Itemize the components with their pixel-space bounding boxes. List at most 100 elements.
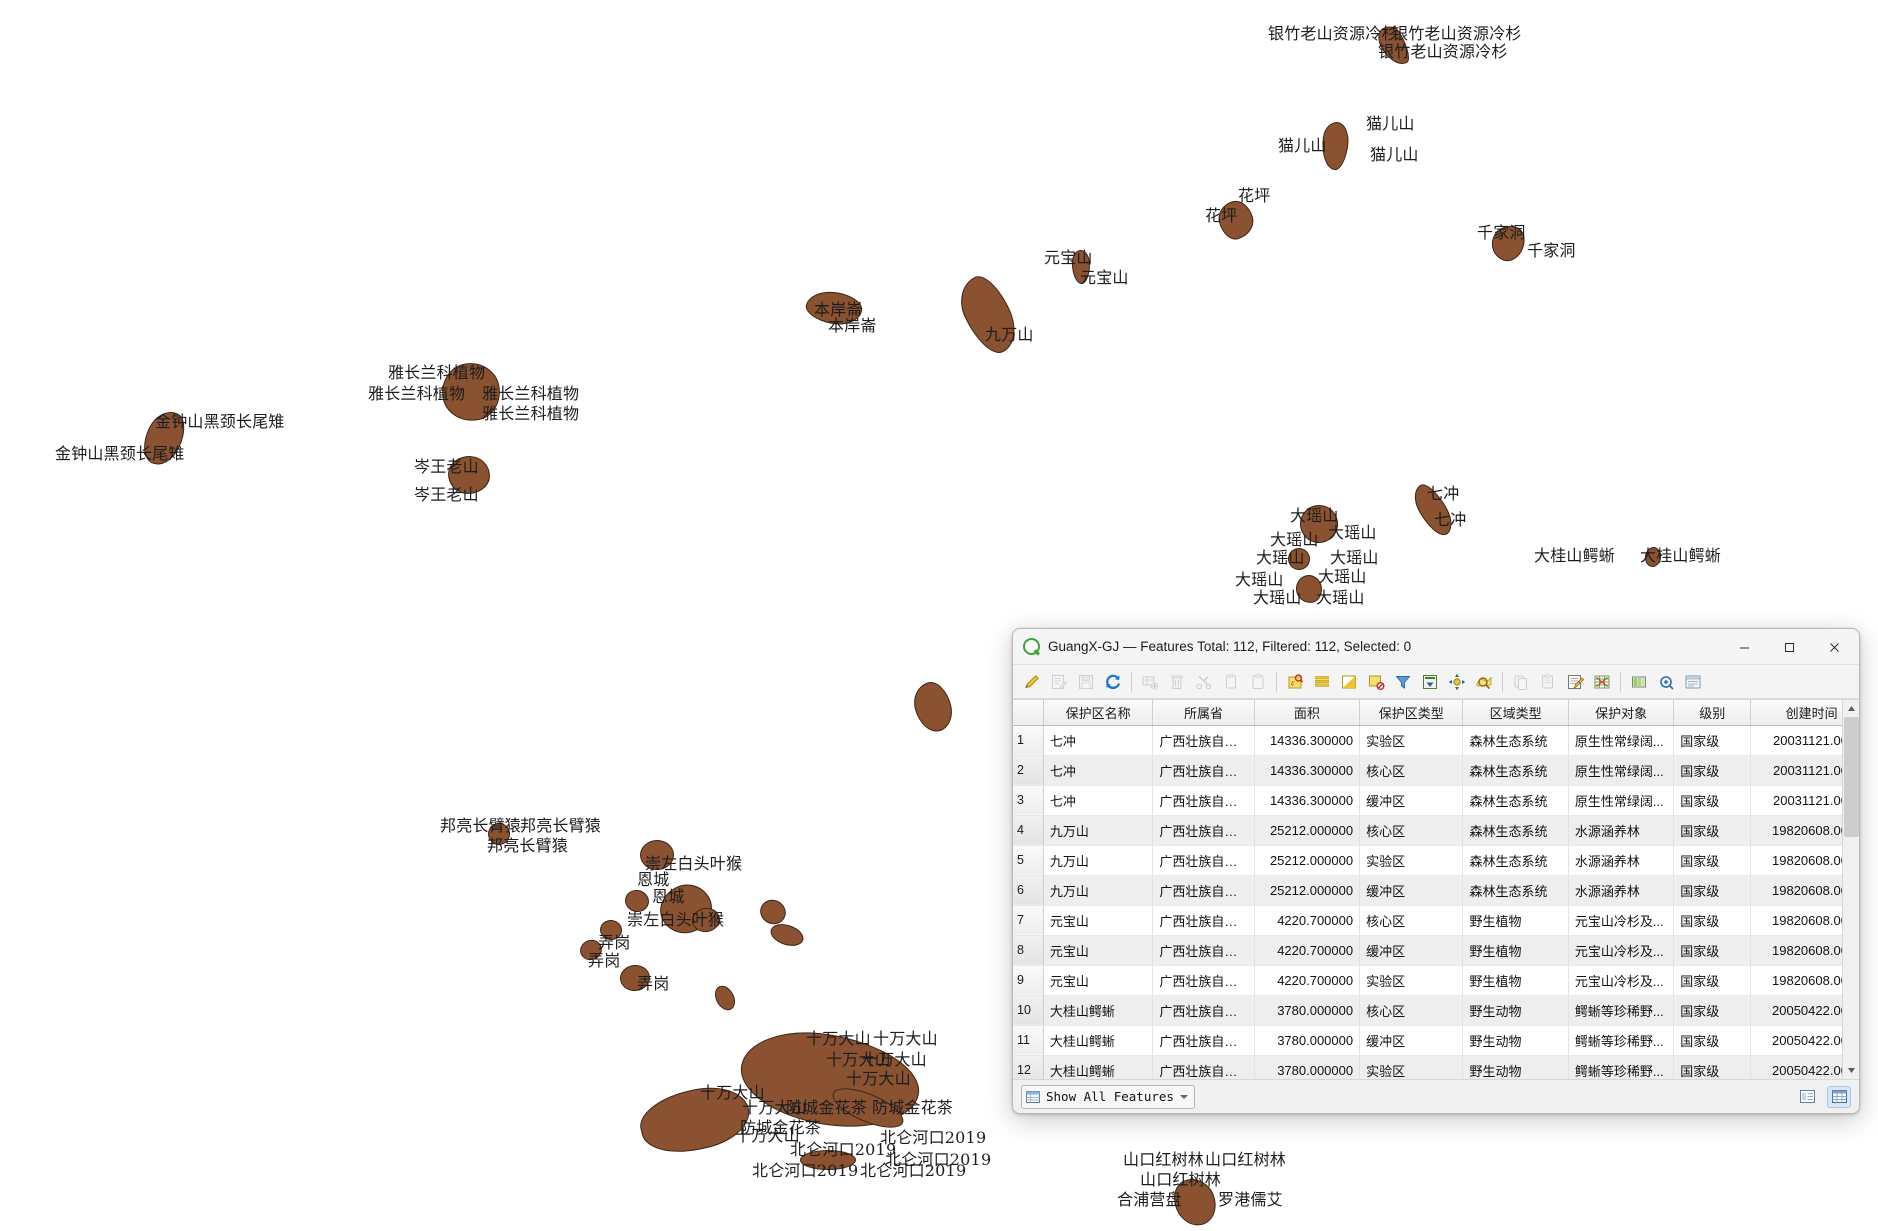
filter-selection-icon[interactable]: [1390, 669, 1416, 695]
cell-prov[interactable]: 广西壮族自治区: [1153, 725, 1254, 755]
table-row[interactable]: 5九万山广西壮族自治区25212.000000实验区森林生态系统水源涵养林国家级…: [1013, 845, 1842, 875]
cell-prov[interactable]: 广西壮族自治区: [1153, 755, 1254, 785]
cell-level[interactable]: 国家级: [1674, 755, 1751, 785]
column-header-level[interactable]: 级别: [1674, 700, 1751, 725]
cell-area[interactable]: 3780.000000: [1254, 1055, 1359, 1079]
reload-table-icon[interactable]: [1100, 669, 1126, 695]
cell-ctime[interactable]: 19820608.000...: [1751, 815, 1842, 845]
cell-ctime[interactable]: 20031121.000...: [1751, 725, 1842, 755]
cell-ctime[interactable]: 20050422.000...: [1751, 1025, 1842, 1055]
row-number-cell[interactable]: 3: [1013, 785, 1043, 815]
row-number-cell[interactable]: 7: [1013, 905, 1043, 935]
column-header-name[interactable]: 保护区名称: [1043, 700, 1152, 725]
select-all-icon[interactable]: [1309, 669, 1335, 695]
row-number-cell[interactable]: 4: [1013, 815, 1043, 845]
cell-zone[interactable]: 实验区: [1360, 725, 1463, 755]
row-number-cell[interactable]: 8: [1013, 935, 1043, 965]
cell-name[interactable]: 大桂山鳄蜥: [1043, 1025, 1152, 1055]
row-number-cell[interactable]: 11: [1013, 1025, 1043, 1055]
cell-ctime[interactable]: 20031121.000...: [1751, 785, 1842, 815]
table-row[interactable]: 11大桂山鳄蜥广西壮族自治区3780.000000缓冲区野生动物鳄蜥等珍稀野..…: [1013, 1025, 1842, 1055]
cell-prov[interactable]: 广西壮族自治区: [1153, 845, 1254, 875]
cell-name[interactable]: 元宝山: [1043, 935, 1152, 965]
map-polygon[interactable]: [909, 678, 957, 736]
cell-name[interactable]: 七冲: [1043, 725, 1152, 755]
cell-name[interactable]: 七冲: [1043, 785, 1152, 815]
cell-zone[interactable]: 实验区: [1360, 845, 1463, 875]
column-header-zone[interactable]: 保护区类型: [1360, 700, 1463, 725]
cell-zone[interactable]: 核心区: [1360, 755, 1463, 785]
column-header-obj[interactable]: 保护对象: [1568, 700, 1673, 725]
cell-rtype[interactable]: 野生植物: [1463, 905, 1568, 935]
form-view-button[interactable]: [1795, 1086, 1819, 1108]
cell-level[interactable]: 国家级: [1674, 785, 1751, 815]
cell-obj[interactable]: 元宝山冷杉及...: [1568, 905, 1673, 935]
conditional-formatting-icon[interactable]: [1653, 669, 1679, 695]
cell-obj[interactable]: 水源涵养林: [1568, 875, 1673, 905]
open-form-view-icon[interactable]: [1680, 669, 1706, 695]
cell-area[interactable]: 3780.000000: [1254, 1025, 1359, 1055]
column-header-prov[interactable]: 所属省: [1153, 700, 1254, 725]
cell-ctime[interactable]: 19820608.000...: [1751, 845, 1842, 875]
cell-obj[interactable]: 水源涵养林: [1568, 815, 1673, 845]
table-row[interactable]: 12大桂山鳄蜥广西壮族自治区3780.000000实验区野生动物鳄蜥等珍稀野..…: [1013, 1055, 1842, 1079]
grid-viewport[interactable]: 保护区名称所属省面积保护区类型区域类型保护对象级别创建时间 1七冲广西壮族自治区…: [1013, 700, 1842, 1079]
dialog-statusbar[interactable]: Show All Features: [1013, 1079, 1859, 1113]
row-number-cell[interactable]: 12: [1013, 1055, 1043, 1079]
cell-name[interactable]: 九万山: [1043, 845, 1152, 875]
cell-name[interactable]: 元宝山: [1043, 965, 1152, 995]
attribute-table-dialog[interactable]: GuangX-GJ — Features Total: 112, Filtere…: [1012, 628, 1860, 1114]
cell-obj[interactable]: 鳄蜥等珍稀野...: [1568, 995, 1673, 1025]
cell-area[interactable]: 4220.700000: [1254, 905, 1359, 935]
cell-rtype[interactable]: 森林生态系统: [1463, 845, 1568, 875]
row-number-cell[interactable]: 5: [1013, 845, 1043, 875]
scroll-thumb[interactable]: [1844, 717, 1859, 837]
cell-obj[interactable]: 鳄蜥等珍稀野...: [1568, 1025, 1673, 1055]
cell-prov[interactable]: 广西壮族自治区: [1153, 905, 1254, 935]
table-row[interactable]: 9元宝山广西壮族自治区4220.700000实验区野生植物元宝山冷杉及...国家…: [1013, 965, 1842, 995]
cell-level[interactable]: 国家级: [1674, 965, 1751, 995]
cell-zone[interactable]: 核心区: [1360, 995, 1463, 1025]
cell-ctime[interactable]: 19820608.000...: [1751, 935, 1842, 965]
cell-rtype[interactable]: 森林生态系统: [1463, 725, 1568, 755]
organize-columns-icon[interactable]: [1626, 669, 1652, 695]
table-row[interactable]: 1七冲广西壮族自治区14336.300000实验区森林生态系统原生性常绿阔...…: [1013, 725, 1842, 755]
cell-area[interactable]: 25212.000000: [1254, 815, 1359, 845]
table-row[interactable]: 10大桂山鳄蜥广西壮族自治区3780.000000核心区野生动物鳄蜥等珍稀野..…: [1013, 995, 1842, 1025]
cell-area[interactable]: 4220.700000: [1254, 935, 1359, 965]
row-number-cell[interactable]: 6: [1013, 875, 1043, 905]
move-selection-to-top-icon[interactable]: [1417, 669, 1443, 695]
row-number-cell[interactable]: 1: [1013, 725, 1043, 755]
cell-zone[interactable]: 缓冲区: [1360, 785, 1463, 815]
cell-prov[interactable]: 广西壮族自治区: [1153, 785, 1254, 815]
cell-ctime[interactable]: 20050422.000...: [1751, 995, 1842, 1025]
cell-name[interactable]: 九万山: [1043, 815, 1152, 845]
cell-zone[interactable]: 核心区: [1360, 905, 1463, 935]
close-button[interactable]: [1812, 629, 1857, 665]
maximize-button[interactable]: [1767, 629, 1812, 665]
table-body[interactable]: 1七冲广西壮族自治区14336.300000实验区森林生态系统原生性常绿阔...…: [1013, 725, 1842, 1079]
cell-zone[interactable]: 缓冲区: [1360, 935, 1463, 965]
pan-map-to-selection-icon[interactable]: [1444, 669, 1470, 695]
cell-name[interactable]: 大桂山鳄蜥: [1043, 1055, 1152, 1079]
cell-prov[interactable]: 广西壮族自治区: [1153, 965, 1254, 995]
map-polygon[interactable]: [768, 920, 807, 950]
cell-ctime[interactable]: 20050422.000...: [1751, 1055, 1842, 1079]
cell-zone[interactable]: 实验区: [1360, 1055, 1463, 1079]
cell-level[interactable]: 国家级: [1674, 995, 1751, 1025]
table-row[interactable]: 7元宝山广西壮族自治区4220.700000核心区野生植物元宝山冷杉及...国家…: [1013, 905, 1842, 935]
table-row[interactable]: 6九万山广西壮族自治区25212.000000缓冲区森林生态系统水源涵养林国家级…: [1013, 875, 1842, 905]
cell-area[interactable]: 3780.000000: [1254, 995, 1359, 1025]
table-row[interactable]: 3七冲广西壮族自治区14336.300000缓冲区森林生态系统原生性常绿阔...…: [1013, 785, 1842, 815]
cell-level[interactable]: 国家级: [1674, 1025, 1751, 1055]
minimize-button[interactable]: [1722, 629, 1767, 665]
cell-level[interactable]: 国家级: [1674, 815, 1751, 845]
chevron-down-icon[interactable]: [1180, 1095, 1188, 1099]
row-number-cell[interactable]: 9: [1013, 965, 1043, 995]
cell-obj[interactable]: 原生性常绿阔...: [1568, 755, 1673, 785]
scroll-track[interactable]: [1843, 717, 1860, 1062]
table-row[interactable]: 8元宝山广西壮族自治区4220.700000缓冲区野生植物元宝山冷杉及...国家…: [1013, 935, 1842, 965]
cell-level[interactable]: 国家级: [1674, 905, 1751, 935]
cell-level[interactable]: 国家级: [1674, 935, 1751, 965]
cell-ctime[interactable]: 19820608.000...: [1751, 965, 1842, 995]
